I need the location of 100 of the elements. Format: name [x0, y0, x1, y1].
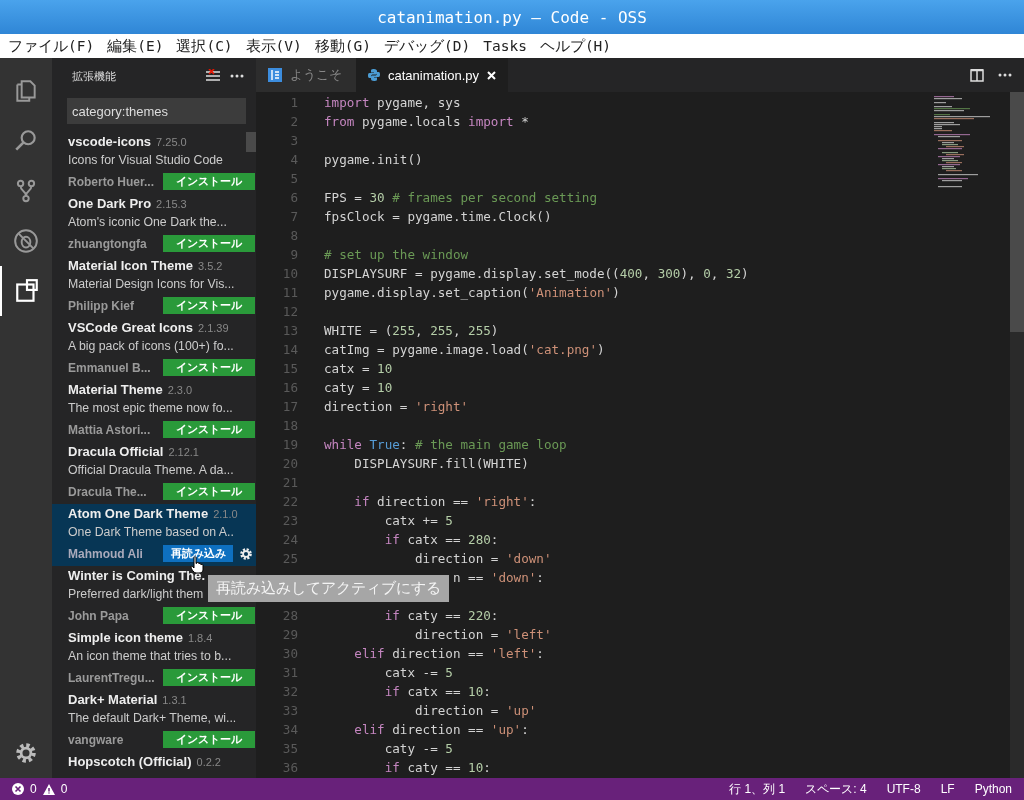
editor-tab[interactable]: catanimation.py — [356, 58, 509, 92]
menu-item[interactable]: Tasks — [483, 38, 527, 54]
close-icon[interactable] — [487, 70, 497, 80]
code-line: direction = 'right' — [323, 398, 469, 416]
install-button[interactable]: インストール — [163, 607, 255, 624]
extension-description: Material Design Icons for Vis... — [68, 277, 235, 293]
scrollbar-thumb[interactable] — [1010, 92, 1024, 332]
code-line: FPS = 30 # frames per second setting — [323, 189, 597, 207]
menu-item[interactable]: 編集(E) — [107, 36, 164, 56]
more-icon[interactable] — [998, 73, 1012, 77]
search-field[interactable]: category:themes — [67, 98, 246, 124]
extension-description: Icons for Visual Studio Code — [68, 153, 223, 169]
extension-description: Atom's iconic One Dark the... — [68, 215, 227, 231]
status-item[interactable]: スペース: 4 — [805, 780, 867, 798]
extensions-icon — [14, 278, 40, 304]
extension-author: zhuangtongfa — [68, 236, 148, 251]
line-number: 20 — [281, 455, 298, 473]
status-item[interactable]: Python — [974, 782, 1012, 796]
menu-item[interactable]: 移動(G) — [314, 36, 371, 56]
more-icon[interactable] — [230, 74, 244, 78]
code-line: if catx == 280: — [383, 531, 499, 549]
extension-version: 2.12.1 — [168, 446, 199, 458]
extension-name: Dracula Official — [68, 444, 164, 459]
warning-count[interactable]: 0 — [60, 782, 68, 796]
menu-item[interactable]: ヘルプ(H) — [539, 36, 612, 56]
status-item[interactable]: 行 1、列 1 — [729, 780, 786, 798]
line-number: 25 — [281, 550, 298, 568]
code-line: direction = 'up' — [414, 702, 537, 720]
line-number: 3 — [289, 132, 298, 150]
settings-icon[interactable] — [239, 546, 253, 561]
line-number: 33 — [281, 702, 298, 720]
menu-item[interactable]: 選択(C) — [176, 36, 233, 56]
extension-name: Material Icon Theme — [68, 258, 193, 273]
code-line: n == 'down': — [451, 569, 544, 587]
extension-author: John Papa — [68, 608, 130, 623]
extension-name: Atom One Dark Theme — [68, 506, 209, 521]
editor-tab[interactable]: ようこそ — [256, 58, 356, 92]
window-title: catanimation.py — Code - OSS — [0, 0, 1024, 34]
code-line: caty -= 5 — [383, 740, 453, 758]
menu-item[interactable]: ファイル(F) — [8, 36, 95, 56]
install-button[interactable]: インストール — [163, 421, 255, 438]
split-editor-icon[interactable] — [970, 68, 984, 82]
code-line: if caty == 220: — [383, 607, 499, 625]
extension-author: Roberto Huer... — [68, 174, 155, 189]
clear-list-icon[interactable] — [206, 69, 220, 83]
extension-name: Hopscotch (Official) — [68, 754, 192, 769]
line-number: 15 — [281, 360, 298, 378]
line-number: 19 — [281, 436, 298, 454]
tooltip: 再読み込みしてアクティブにする — [208, 575, 449, 602]
line-number: 34 — [281, 721, 298, 739]
line-number: 22 — [281, 493, 298, 511]
code-line: DISPLAYSURF.fill(WHITE) — [353, 455, 529, 473]
line-number: 8 — [289, 227, 298, 245]
reload-button[interactable]: 再読み込み — [163, 545, 233, 562]
extension-author: Emmanuel B... — [68, 360, 152, 375]
line-number: 4 — [289, 151, 298, 169]
extension-version: 2.1.39 — [198, 322, 229, 334]
extension-name: VSCode Great Icons — [68, 320, 193, 335]
line-number: 14 — [281, 341, 298, 359]
line-number: 35 — [281, 740, 298, 758]
code-line: catImg = pygame.image.load('cat.png') — [323, 341, 605, 359]
code-line: if catx == 10: — [383, 683, 491, 701]
extension-version: 0.2.2 — [196, 756, 221, 768]
code-line: # set up the window — [323, 246, 469, 264]
extension-description: An icon theme that tries to b... — [68, 649, 232, 665]
install-button[interactable]: インストール — [163, 235, 255, 252]
line-number: 6 — [289, 189, 298, 207]
warning-icon — [42, 783, 55, 795]
extension-version: 2.3.0 — [167, 384, 193, 396]
extension-author: vangware — [68, 732, 125, 747]
install-button[interactable]: インストール — [163, 359, 255, 376]
extension-version: 1.3.1 — [162, 694, 187, 706]
extension-description: Official Dracula Theme. A da... — [68, 463, 234, 479]
install-button[interactable]: インストール — [163, 483, 255, 500]
install-button[interactable]: インストール — [163, 669, 255, 686]
extension-name: Winter is Coming The. — [68, 568, 206, 583]
extension-item[interactable]: Atom One Dark Theme 2.1.0 One Dark Theme based on A.. Mahmoud Ali 再読み込み — [52, 504, 256, 566]
install-button[interactable]: インストール — [163, 731, 255, 748]
install-button[interactable]: インストール — [163, 297, 255, 314]
status-item[interactable]: LF — [940, 782, 955, 796]
line-number: 7 — [289, 208, 298, 226]
line-number: 18 — [281, 417, 298, 435]
extension-author: Mattia Astori... — [68, 422, 152, 437]
extension-version: 1.8.4 — [187, 632, 213, 644]
error-count[interactable]: 0 — [30, 782, 37, 796]
line-number: 24 — [281, 531, 298, 549]
status-item[interactable]: UTF-8 — [886, 782, 921, 796]
extension-author: Mahmoud Ali — [68, 546, 144, 561]
line-number: 11 — [281, 284, 298, 302]
line-number: 32 — [281, 683, 298, 701]
scrollbar-thumb[interactable] — [246, 132, 256, 152]
code-line: catx += 5 — [383, 512, 453, 530]
line-number: 31 — [281, 664, 298, 682]
menu-item[interactable]: デバッグ(D) — [384, 36, 471, 56]
menu-item[interactable]: 表示(V) — [245, 36, 302, 56]
extension-name: One Dark Pro — [68, 196, 152, 211]
install-button[interactable]: インストール — [163, 173, 255, 190]
extension-name: vscode-icons — [68, 134, 152, 149]
settings-icon[interactable] — [13, 740, 39, 766]
code-line: while True: # the main game loop — [323, 436, 567, 454]
